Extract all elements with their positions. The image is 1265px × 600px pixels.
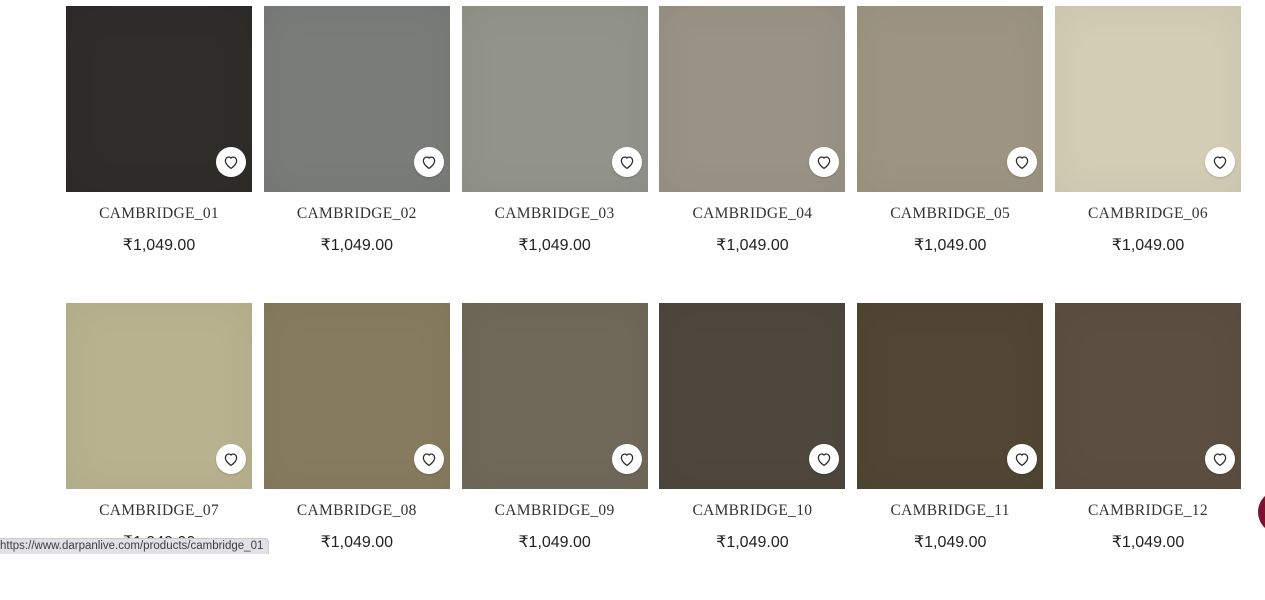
chat-widget-button[interactable] bbox=[1258, 490, 1265, 534]
product-price: ₹1,049.00 bbox=[264, 237, 450, 255]
product-price: ₹1,049.00 bbox=[462, 534, 648, 552]
product-name[interactable]: CAMBRIDGE_07 bbox=[66, 502, 252, 520]
product-name[interactable]: CAMBRIDGE_01 bbox=[66, 205, 252, 223]
product-card[interactable]: CAMBRIDGE_02 ₹1,049.00 bbox=[264, 6, 450, 303]
product-price: ₹1,049.00 bbox=[462, 237, 648, 255]
product-card[interactable]: CAMBRIDGE_03 ₹1,049.00 bbox=[462, 6, 648, 303]
wishlist-button[interactable] bbox=[414, 444, 444, 474]
product-swatch-image[interactable] bbox=[264, 303, 450, 489]
product-name[interactable]: CAMBRIDGE_10 bbox=[659, 502, 845, 520]
heart-outline-icon bbox=[815, 450, 833, 468]
product-price: ₹1,049.00 bbox=[1055, 237, 1241, 255]
product-swatch-image[interactable] bbox=[857, 6, 1043, 192]
product-swatch-image[interactable] bbox=[659, 6, 845, 192]
wishlist-button[interactable] bbox=[216, 147, 246, 177]
product-swatch-image[interactable] bbox=[1055, 6, 1241, 192]
wishlist-button[interactable] bbox=[1205, 444, 1235, 474]
product-card[interactable]: CAMBRIDGE_08 ₹1,049.00 bbox=[264, 303, 450, 600]
product-swatch-image[interactable] bbox=[659, 303, 845, 489]
product-swatch-image[interactable] bbox=[462, 6, 648, 192]
product-swatch-image[interactable] bbox=[66, 6, 252, 192]
product-price: ₹1,049.00 bbox=[66, 237, 252, 255]
product-name[interactable]: CAMBRIDGE_04 bbox=[659, 205, 845, 223]
product-name[interactable]: CAMBRIDGE_08 bbox=[264, 502, 450, 520]
wishlist-button[interactable] bbox=[809, 147, 839, 177]
wishlist-button[interactable] bbox=[1205, 147, 1235, 177]
status-bar-url: https://www.darpanlive.com/products/camb… bbox=[0, 538, 269, 554]
product-card[interactable]: CAMBRIDGE_06 ₹1,049.00 bbox=[1055, 6, 1241, 303]
product-price: ₹1,049.00 bbox=[1055, 534, 1241, 552]
wishlist-button[interactable] bbox=[1007, 147, 1037, 177]
product-card[interactable]: CAMBRIDGE_09 ₹1,049.00 bbox=[462, 303, 648, 600]
heart-outline-icon bbox=[815, 153, 833, 171]
product-card[interactable]: CAMBRIDGE_05 ₹1,049.00 bbox=[857, 6, 1043, 303]
wishlist-button[interactable] bbox=[809, 444, 839, 474]
product-name[interactable]: CAMBRIDGE_09 bbox=[462, 502, 648, 520]
product-price: ₹1,049.00 bbox=[857, 237, 1043, 255]
product-card[interactable]: CAMBRIDGE_04 ₹1,049.00 bbox=[659, 6, 845, 303]
product-price: ₹1,049.00 bbox=[857, 534, 1043, 552]
wishlist-button[interactable] bbox=[414, 147, 444, 177]
product-name[interactable]: CAMBRIDGE_11 bbox=[857, 502, 1043, 520]
heart-outline-icon bbox=[1013, 153, 1031, 171]
heart-outline-icon bbox=[420, 153, 438, 171]
wishlist-button[interactable] bbox=[612, 444, 642, 474]
product-price: ₹1,049.00 bbox=[659, 237, 845, 255]
product-name[interactable]: CAMBRIDGE_05 bbox=[857, 205, 1043, 223]
product-swatch-image[interactable] bbox=[66, 303, 252, 489]
heart-outline-icon bbox=[618, 153, 636, 171]
product-swatch-image[interactable] bbox=[1055, 303, 1241, 489]
product-card[interactable]: CAMBRIDGE_10 ₹1,049.00 bbox=[659, 303, 845, 600]
heart-outline-icon bbox=[618, 450, 636, 468]
product-card[interactable]: CAMBRIDGE_11 ₹1,049.00 bbox=[857, 303, 1043, 600]
heart-outline-icon bbox=[222, 153, 240, 171]
product-name[interactable]: CAMBRIDGE_12 bbox=[1055, 502, 1241, 520]
wishlist-button[interactable] bbox=[612, 147, 642, 177]
product-price: ₹1,049.00 bbox=[659, 534, 845, 552]
product-swatch-image[interactable] bbox=[462, 303, 648, 489]
heart-outline-icon bbox=[1211, 153, 1229, 171]
heart-outline-icon bbox=[1211, 450, 1229, 468]
product-card[interactable]: CAMBRIDGE_12 ₹1,049.00 bbox=[1055, 303, 1241, 600]
product-card[interactable]: CAMBRIDGE_07 ₹1,049.00 bbox=[66, 303, 252, 600]
heart-outline-icon bbox=[420, 450, 438, 468]
heart-outline-icon bbox=[222, 450, 240, 468]
product-name[interactable]: CAMBRIDGE_03 bbox=[462, 205, 648, 223]
heart-outline-icon bbox=[1013, 450, 1031, 468]
product-card[interactable]: CAMBRIDGE_01 ₹1,049.00 bbox=[66, 6, 252, 303]
wishlist-button[interactable] bbox=[1007, 444, 1037, 474]
product-swatch-image[interactable] bbox=[857, 303, 1043, 489]
product-grid: CAMBRIDGE_01 ₹1,049.00 CAMBRIDGE_02 ₹1,0… bbox=[66, 6, 1241, 600]
wishlist-button[interactable] bbox=[216, 444, 246, 474]
product-swatch-image[interactable] bbox=[264, 6, 450, 192]
product-name[interactable]: CAMBRIDGE_02 bbox=[264, 205, 450, 223]
product-price: ₹1,049.00 bbox=[264, 534, 450, 552]
product-name[interactable]: CAMBRIDGE_06 bbox=[1055, 205, 1241, 223]
